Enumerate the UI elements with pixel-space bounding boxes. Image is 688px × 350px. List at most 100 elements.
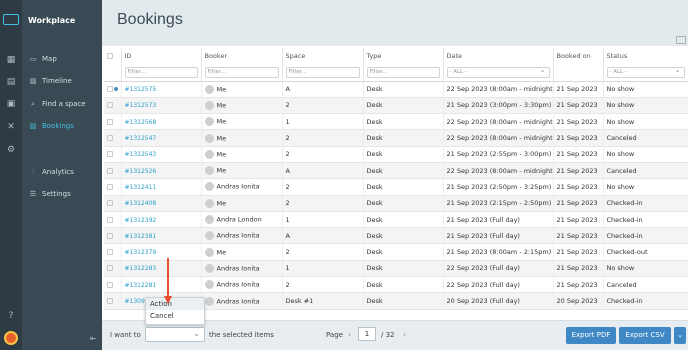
booking-id-link[interactable]: #1312411 <box>125 184 157 191</box>
row-checkbox[interactable] <box>107 265 113 272</box>
column-header-status[interactable]: Status <box>603 48 688 64</box>
column-picker-icon[interactable] <box>676 36 686 44</box>
booker-avatar-icon <box>204 182 214 192</box>
table-row[interactable]: #1312281 Andras Ionita 2 Desk 22 Sep 2023 (F… <box>104 276 688 294</box>
table-row[interactable]: #1312568 Me 1 Desk 22 Sep 2023 (8:00am - mid… <box>104 113 688 131</box>
booking-id-link[interactable]: #1312526 <box>125 168 157 175</box>
sidebar-item-analytics[interactable]: ⫶ Analytics <box>22 165 102 179</box>
date-filter-select[interactable]: - ALL - <box>446 66 550 78</box>
contacts-icon[interactable]: ▣ <box>5 99 17 109</box>
booking-id-link[interactable]: #1312543 <box>125 151 157 158</box>
booking-id-link[interactable]: #1312573 <box>125 102 157 109</box>
sidebar-item-timeline[interactable]: ▨ Timeline <box>22 74 102 88</box>
timeline-icon: ▨ <box>29 77 37 85</box>
date-cell: 20 Sep 2023 (Full day) <box>443 292 554 310</box>
space-cell: 1 <box>282 113 364 131</box>
sidebar-item-bookings[interactable]: ▧ Bookings <box>22 119 102 133</box>
table-row[interactable]: #1312381 Andras Ionita A Desk 21 Sep 2023 (F… <box>104 227 688 245</box>
row-checkbox[interactable] <box>107 167 113 174</box>
table-row[interactable]: #1312543 Me 2 Desk 21 Sep 2023 (2:55pm - 3:0… <box>104 146 688 163</box>
export-pdf-button[interactable]: Export PDF <box>566 327 616 344</box>
export-options-chevron-icon[interactable]: ⌄ <box>674 327 686 344</box>
calendar-icon[interactable]: ▤ <box>5 77 17 87</box>
row-checkbox[interactable] <box>107 102 113 109</box>
space-cell: 2 <box>282 97 364 115</box>
column-header-type[interactable]: Type <box>363 48 444 64</box>
space-cell: 2 <box>282 129 364 147</box>
page-label: Page <box>326 331 343 339</box>
booking-id-link[interactable]: #1312381 <box>125 233 157 240</box>
column-header-date[interactable]: Date <box>443 48 554 64</box>
dropdown-option-action[interactable]: Action <box>146 298 204 310</box>
help-icon[interactable]: ? <box>5 311 17 321</box>
row-checkbox[interactable] <box>107 216 113 223</box>
row-checkbox[interactable] <box>107 281 113 288</box>
select-all-header[interactable] <box>104 48 122 64</box>
map-icon[interactable]: ▦ <box>5 55 17 65</box>
next-page-icon[interactable]: › <box>403 330 406 339</box>
column-header-space[interactable]: Space <box>282 48 364 64</box>
sidebar-item-find-a-space[interactable]: ⌕ Find a space <box>22 97 102 111</box>
dropdown-option-cancel[interactable]: Cancel <box>146 310 204 322</box>
booking-id-link[interactable]: #1312283 <box>125 265 157 272</box>
sidebar-item-label: Analytics <box>42 168 74 176</box>
date-cell: 21 Sep 2023 (Full day) <box>443 211 554 229</box>
row-checkbox[interactable] <box>107 298 113 304</box>
booking-id-link[interactable]: #1312408 <box>125 200 157 207</box>
status-cell: No show <box>603 113 688 131</box>
booker-name: Me <box>216 248 227 257</box>
booking-id-link[interactable]: #1312281 <box>125 282 157 289</box>
row-checkbox[interactable] <box>107 151 113 158</box>
booking-id-link[interactable]: #1312547 <box>125 135 157 142</box>
column-header-booked-on[interactable]: Booked on <box>553 48 604 64</box>
collapse-sidebar-icon[interactable]: ⇤ <box>90 334 97 343</box>
row-checkbox[interactable] <box>107 183 113 190</box>
sidebar-item-map[interactable]: ▭ Map <box>22 52 102 66</box>
column-header-booker[interactable]: Booker <box>201 48 283 64</box>
table-row[interactable]: #1312411 Andras Ionita 2 Desk 21 Sep 2023 (2… <box>104 178 688 196</box>
settings-icon[interactable]: ⚙ <box>5 145 17 155</box>
table-row[interactable]: #1312408 Me 2 Desk 21 Sep 2023 (2:15pm - 2:5… <box>104 195 688 212</box>
booking-id-link[interactable]: #1312379 <box>125 249 157 256</box>
space-cell: Desk #1 <box>282 292 364 310</box>
status-filter-select[interactable]: - ALL - <box>606 66 685 78</box>
booker-filter-input[interactable]: Filter... <box>204 66 279 78</box>
table-row[interactable]: #1312379 Me 2 Desk 21 Sep 2023 (8:00am - 2:1… <box>104 243 688 261</box>
avatar[interactable] <box>4 331 18 345</box>
table-row[interactable]: #1312526 Me A Desk 22 Sep 2023 (8:00am - mid… <box>104 162 688 180</box>
sidebar-item-label: Map <box>42 55 57 63</box>
date-cell: 22 Sep 2023 (8:00am - midnight) <box>443 81 554 98</box>
logo-icon[interactable] <box>3 14 19 25</box>
table-row[interactable]: #1312547 Me 2 Desk 22 Sep 2023 (8:00am - mid… <box>104 129 688 147</box>
table-row[interactable]: #1312283 Andras Ionita 1 Desk 22 Sep 2023 (F… <box>104 260 688 278</box>
analytics-icon: ⫶ <box>32 168 34 176</box>
type-filter-input[interactable]: Filter... <box>366 66 440 78</box>
row-checkbox[interactable] <box>107 249 113 256</box>
booked-on-cell: 21 Sep 2023 <box>553 227 604 245</box>
tools-icon[interactable]: ✕ <box>5 122 17 132</box>
space-filter-input[interactable]: Filter... <box>285 66 360 78</box>
table-row[interactable]: #1312392 Andra London 1 Desk 21 Sep 2023 (Fu… <box>104 211 688 229</box>
sidebar-item-settings[interactable]: ☰ Settings <box>22 187 102 201</box>
row-checkbox[interactable] <box>107 200 113 207</box>
row-checkbox[interactable] <box>107 135 113 142</box>
table-row[interactable]: #1312573 Me 2 Desk 21 Sep 2023 (3:00pm - 3:3… <box>104 97 688 115</box>
booker-name: Me <box>216 150 227 159</box>
date-cell: 21 Sep 2023 (8:00am - 2:15pm) <box>443 243 554 261</box>
id-filter-input[interactable]: Filter... <box>124 66 198 78</box>
booking-id-link[interactable]: #1312575 <box>125 86 157 93</box>
table-row[interactable]: #1312575 Me A Desk 22 Sep 2023 (8:00am - mid… <box>104 81 688 98</box>
export-csv-button[interactable]: Export CSV <box>619 327 671 344</box>
row-checkbox[interactable] <box>107 232 113 239</box>
page-number-input[interactable]: 1 <box>358 327 376 341</box>
booker-name: Me <box>216 166 227 175</box>
row-checkbox[interactable] <box>107 86 113 93</box>
row-checkbox[interactable] <box>107 118 113 125</box>
previous-page-icon[interactable]: ‹ <box>348 330 351 339</box>
type-cell: Desk <box>363 178 444 196</box>
booking-id-link[interactable]: #1312568 <box>125 119 157 126</box>
bulk-action-select[interactable]: ⌄ <box>145 327 205 342</box>
booking-id-link[interactable]: #1312392 <box>125 217 157 224</box>
column-header-id[interactable]: ID <box>121 48 202 64</box>
select-all-checkbox[interactable] <box>107 53 113 59</box>
